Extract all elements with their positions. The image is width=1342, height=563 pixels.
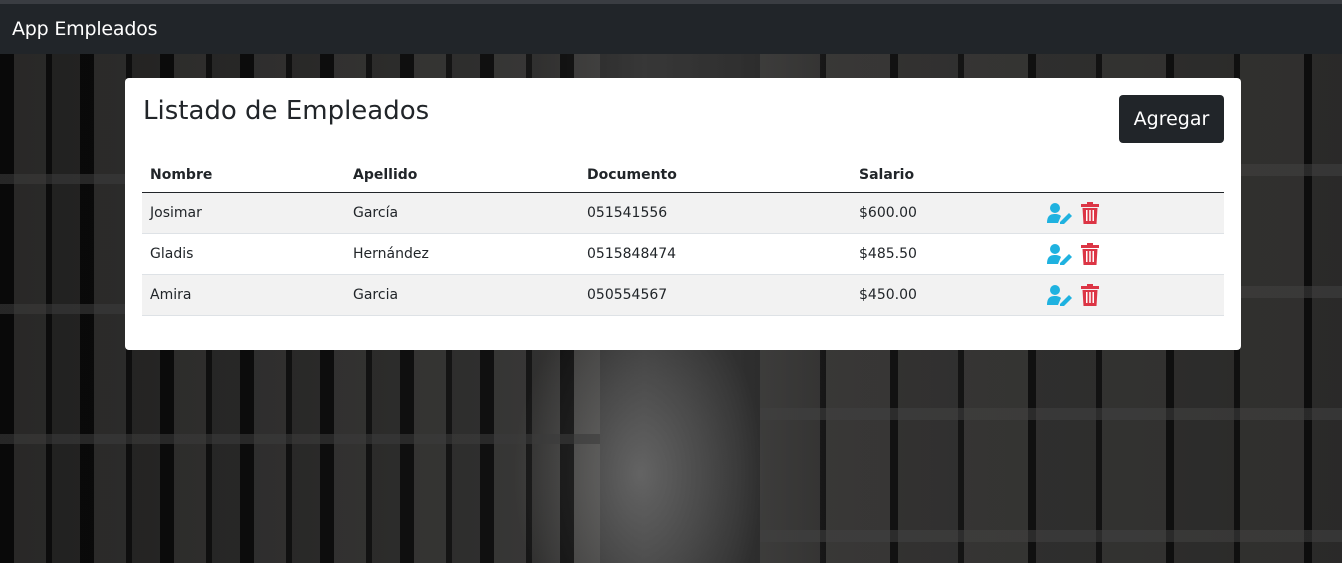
navbar: App Empleados bbox=[0, 4, 1342, 54]
trash-icon[interactable] bbox=[1077, 200, 1103, 226]
trash-icon[interactable] bbox=[1077, 282, 1103, 308]
table-row: Amira Garcia 050554567 $450.00 bbox=[142, 274, 1224, 316]
user-edit-icon[interactable] bbox=[1047, 241, 1073, 267]
header-documento: Documento bbox=[579, 158, 851, 193]
cell-nombre: Gladis bbox=[142, 233, 345, 275]
header-actions bbox=[1039, 158, 1224, 193]
cell-apellido: Hernández bbox=[345, 233, 579, 275]
user-edit-icon[interactable] bbox=[1047, 282, 1073, 308]
trash-icon[interactable] bbox=[1077, 241, 1103, 267]
table-header-row: Nombre Apellido Documento Salario bbox=[142, 158, 1224, 193]
cell-nombre: Josimar bbox=[142, 192, 345, 234]
cell-actions bbox=[1039, 233, 1224, 275]
cell-salario: $450.00 bbox=[851, 274, 1039, 316]
cell-apellido: García bbox=[345, 192, 579, 234]
header-apellido: Apellido bbox=[345, 158, 579, 193]
cell-salario: $485.50 bbox=[851, 233, 1039, 275]
employees-card: Listado de Empleados Agregar Nombre Apel… bbox=[125, 78, 1241, 350]
cell-documento: 050554567 bbox=[579, 274, 851, 316]
header-salario: Salario bbox=[851, 158, 1039, 193]
cell-documento: 0515848474 bbox=[579, 233, 851, 275]
cell-nombre: Amira bbox=[142, 274, 345, 316]
table-row: Josimar García 051541556 $600.00 bbox=[142, 192, 1224, 234]
cell-actions bbox=[1039, 192, 1224, 234]
user-edit-icon[interactable] bbox=[1047, 200, 1073, 226]
cell-apellido: Garcia bbox=[345, 274, 579, 316]
page-title: Listado de Empleados bbox=[143, 96, 430, 126]
add-employee-button[interactable]: Agregar bbox=[1119, 95, 1224, 143]
table-row: Gladis Hernández 0515848474 $485.50 bbox=[142, 233, 1224, 275]
cell-salario: $600.00 bbox=[851, 192, 1039, 234]
navbar-brand[interactable]: App Empleados bbox=[12, 18, 158, 40]
cell-documento: 051541556 bbox=[579, 192, 851, 234]
cell-actions bbox=[1039, 274, 1224, 316]
header-nombre: Nombre bbox=[142, 158, 345, 193]
employees-table: Nombre Apellido Documento Salario Josima… bbox=[142, 158, 1224, 316]
